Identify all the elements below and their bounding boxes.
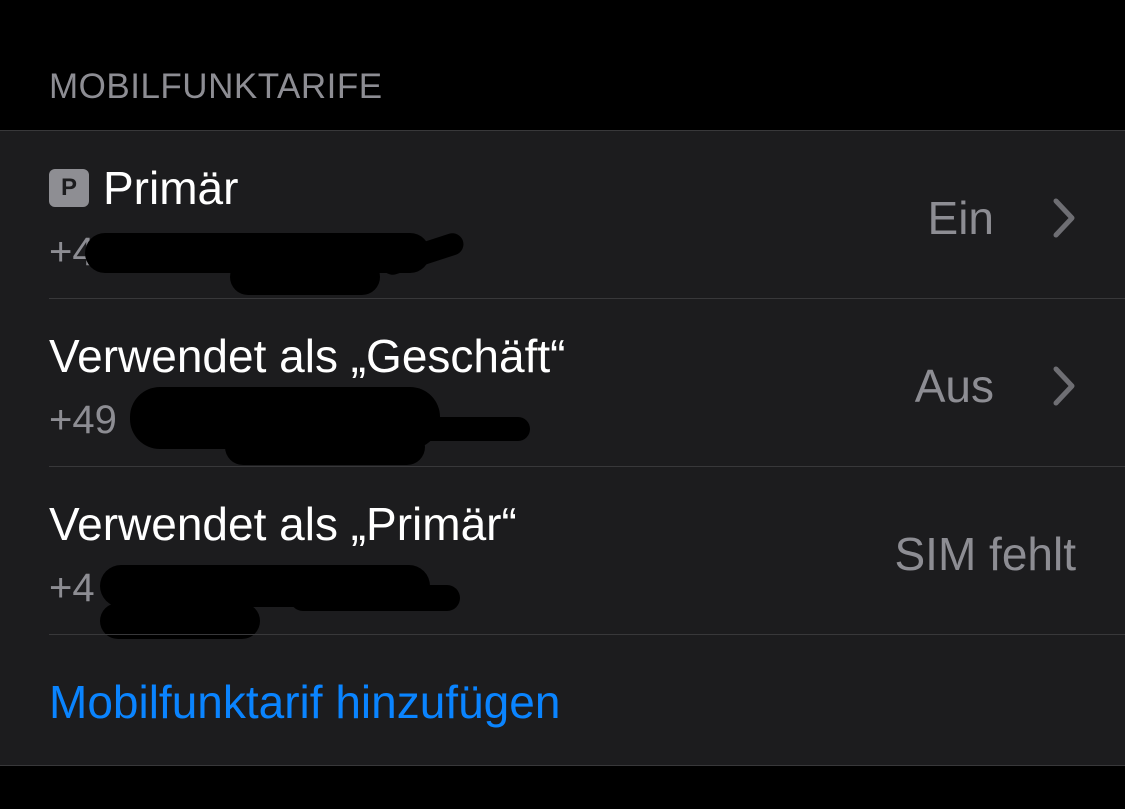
redaction-mark: [230, 259, 380, 295]
redaction-mark: [400, 417, 530, 441]
section-header: MOBILFUNKTARIFE: [49, 67, 383, 106]
plan-title: Primär: [103, 162, 239, 214]
phone-number: +49: [49, 398, 117, 442]
plan-status: SIM fehlt: [894, 528, 1076, 580]
primary-line-badge-icon: P: [49, 169, 89, 207]
plan-title: Verwendet als „Primär“: [49, 498, 517, 550]
plan-status: Ein: [927, 192, 994, 244]
add-cellular-plan-button[interactable]: Mobilfunktarif hinzufügen: [49, 674, 560, 730]
plan-row-primary[interactable]: P Primär +4 Ein: [0, 131, 1125, 299]
phone-number: +4: [49, 566, 95, 610]
plan-row-primary-used[interactable]: Verwendet als „Primär“ +4 SIM fehlt: [0, 467, 1125, 639]
chevron-right-icon: [1050, 361, 1080, 411]
cellular-plans-group: P Primär +4 Ein Verwendet als „Geschäft“…: [0, 130, 1125, 766]
plan-row-business[interactable]: Verwendet als „Geschäft“ +49 Aus: [0, 299, 1125, 467]
redaction-mark: [290, 585, 460, 611]
plan-status: Aus: [914, 360, 994, 412]
plan-title: Verwendet als „Geschäft“: [49, 330, 566, 382]
chevron-right-icon: [1050, 193, 1080, 243]
redaction-mark: [225, 429, 425, 465]
cellular-plans-screen: MOBILFUNKTARIFE P Primär +4 Ein Verwende…: [0, 0, 1125, 809]
